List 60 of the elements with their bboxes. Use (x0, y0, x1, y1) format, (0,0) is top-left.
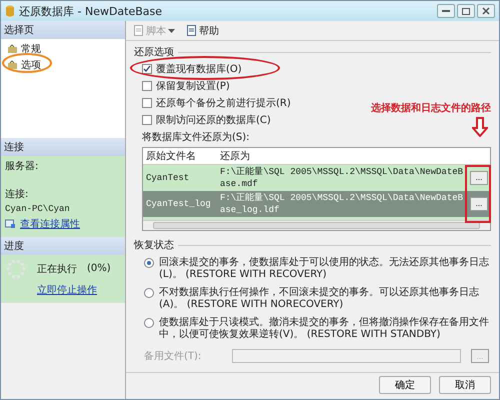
checkbox-label: 还原每个备份之前进行提示(R) (156, 96, 291, 110)
progress-percent: (0%) (87, 263, 111, 274)
progress-status: 正在执行 (37, 262, 77, 276)
checkbox[interactable] (142, 115, 152, 125)
checkbox-label: 覆盖现有数据库(O) (156, 62, 242, 76)
section-header: 连接 (1, 138, 125, 156)
table-row[interactable]: CyanTest_log F:\正能量\SQL 2005\MSSQL.2\MSSQL\Data\NewDateBase_log.ldf ... (143, 190, 490, 217)
sidebar-item[interactable]: 选项 (1, 57, 125, 73)
table-row[interactable]: CyanTest F:\正能量\SQL 2005\MSSQL.2\MSSQL\Data\NewDateBase.mdf ... (143, 165, 490, 191)
radio-label: 不对数据库执行任何操作，不回滚未提交的事务。可以还原其他事务日志(A)。 (RESTORE WITH NORECOVERY) (159, 287, 480, 310)
radio-label: 使数据库处于只读模式。撤消未提交的事务，但将撤消操作保存在备用文件中，以便可使恢复效果逆转(V)。 (RESTORE WITH STANDBY) (159, 317, 490, 340)
document-icon (187, 25, 197, 36)
spinner-icon (5, 258, 27, 280)
column-header: 原始文件名 (145, 150, 197, 164)
close-button[interactable] (477, 4, 495, 18)
group-title: 恢复状态 (134, 238, 174, 252)
close-icon (482, 7, 490, 15)
dialog-button[interactable]: 确定 (379, 376, 431, 394)
maximize-icon (462, 8, 470, 14)
section-header: 进度 (1, 236, 125, 254)
radio-button[interactable] (144, 258, 154, 268)
browse-button[interactable]: ... (470, 196, 488, 211)
checkbox-label: 限制访问还原的数据库(C) (156, 114, 271, 127)
radio-button[interactable] (144, 288, 154, 298)
checkbox[interactable] (142, 64, 152, 74)
table-cell: CyanTest_log (146, 198, 211, 209)
connection-label: 连接: (5, 188, 30, 200)
table-label: 将数据库文件还原为(S): (141, 130, 251, 144)
highlight-ellipse (2, 53, 52, 73)
browse-button[interactable]: ... (470, 170, 488, 185)
minimize-icon (442, 10, 450, 12)
server-label: 服务器: (5, 160, 40, 172)
highlight-rectangle (465, 165, 491, 223)
properties-link[interactable]: 查看连接属性 (20, 216, 80, 230)
minimize-button[interactable] (437, 4, 455, 18)
checkbox-label: 保留复制设置(P) (156, 80, 230, 93)
stop-link[interactable]: 立即停止操作 (37, 282, 97, 296)
connection-value: Cyan-PC\Cyan (5, 204, 71, 214)
database-icon (5, 5, 15, 17)
down-arrow-icon (472, 117, 488, 137)
annotation-text: 选择数据和日志文件的路径 (371, 102, 491, 115)
document-icon (134, 25, 144, 36)
table-cell: F:\正能量\SQL 2005\MSSQL.2\MSSQL\Data\NewDateBase_log.ldf (220, 192, 464, 215)
maximize-button[interactable] (457, 4, 475, 18)
standby-label: 备用文件(T): (144, 350, 202, 363)
table-cell: F:\正能量\SQL 2005\MSSQL.2\MSSQL\Data\NewDateBase.mdf (220, 167, 464, 189)
table-cell: CyanTest (146, 172, 190, 183)
caret-icon (168, 28, 175, 32)
checkbox[interactable] (142, 81, 152, 91)
checkbox[interactable] (142, 98, 152, 108)
properties-icon (5, 218, 16, 228)
radio-button[interactable] (144, 318, 154, 328)
column-header: 还原为 (219, 150, 251, 164)
sidebar-header: 选择页 (1, 21, 125, 39)
radio-label: 回滚未提交的事务，使数据库处于可以使用的状态。无法还原其他事务日志(L)。 (RESTORE WITH RECOVERY) (159, 257, 490, 280)
group-title: 还原选项 (134, 46, 174, 59)
window-title: 还原数据库 - NewDateBase (19, 4, 162, 18)
sidebar-item[interactable]: 常规 (1, 41, 125, 57)
dialog-button[interactable]: 取消 (439, 376, 491, 394)
toolbar-button[interactable]: 帮助 (185, 24, 221, 38)
